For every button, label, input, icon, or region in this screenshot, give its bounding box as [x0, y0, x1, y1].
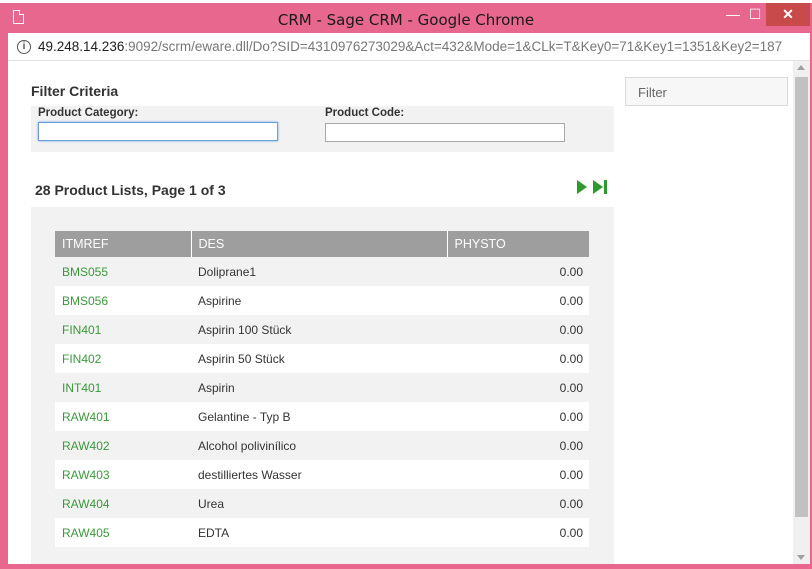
product-category-label: Product Category:: [38, 107, 139, 119]
table-row: BMS056 Aspirine 0.00: [55, 286, 589, 315]
description-cell: Gelantine - Typ B: [191, 402, 447, 431]
product-category-input[interactable]: [38, 122, 278, 141]
description-cell: Aspirine: [191, 286, 447, 315]
url-path: :9092/scrm/eware.dll/Do?SID=431097627302…: [124, 39, 783, 54]
description-cell: Aspirin 50 Stück: [191, 344, 447, 373]
itmref-link[interactable]: RAW401: [55, 402, 191, 431]
scrollbar-thumb[interactable]: [795, 77, 808, 517]
minimize-button[interactable]: —: [722, 3, 744, 26]
description-cell: Doliprane1: [191, 257, 447, 286]
table-row: RAW404 Urea 0.00: [55, 489, 589, 518]
description-cell: Alcohol polivinílico: [191, 431, 447, 460]
description-cell: Aspirin 100 Stück: [191, 315, 447, 344]
itmref-link[interactable]: BMS056: [55, 286, 191, 315]
table-row: BMS055 Doliprane1 0.00: [55, 257, 589, 286]
table-row: RAW401 Gelantine - Typ B 0.00: [55, 402, 589, 431]
description-cell: Urea: [191, 489, 447, 518]
vertical-scrollbar[interactable]: [793, 61, 810, 564]
filter-criteria-title: Filter Criteria: [31, 83, 119, 99]
info-icon[interactable]: i: [17, 40, 31, 54]
browser-popup-window: CRM - Sage CRM - Google Chrome — ☐ ✕ i 4…: [0, 3, 812, 569]
table-row: RAW405 EDTA 0.00: [55, 518, 589, 547]
table-row: RAW403 destilliertes Wasser 0.00: [55, 460, 589, 489]
scroll-up-icon[interactable]: [797, 65, 805, 70]
scroll-down-icon[interactable]: [797, 555, 805, 560]
itmref-link[interactable]: RAW404: [55, 489, 191, 518]
filter-button[interactable]: Filter: [625, 77, 788, 106]
column-header-itmref[interactable]: ITMREF: [55, 231, 192, 257]
product-code-input[interactable]: [325, 123, 565, 142]
table-row: FIN401 Aspirin 100 Stück 0.00: [55, 315, 589, 344]
physto-cell: 0.00: [447, 257, 589, 286]
column-header-des[interactable]: DES: [191, 231, 448, 257]
product-list-title: 28 Product Lists, Page 1 of 3: [35, 182, 226, 198]
itmref-link[interactable]: FIN402: [55, 344, 191, 373]
physto-cell: 0.00: [447, 373, 589, 402]
last-page-icon[interactable]: [593, 180, 609, 194]
itmref-link[interactable]: RAW405: [55, 518, 191, 547]
physto-cell: 0.00: [447, 489, 589, 518]
next-page-icon[interactable]: [577, 180, 587, 194]
itmref-link[interactable]: INT401: [55, 373, 191, 402]
itmref-link[interactable]: RAW402: [55, 431, 191, 460]
close-button[interactable]: ✕: [766, 3, 810, 26]
url-host: 49.248.14.236: [38, 39, 125, 54]
column-header-physto[interactable]: PHYSTO: [447, 231, 589, 257]
table-row: INT401 Aspirin 0.00: [55, 373, 589, 402]
table-header-row: ITMREF DES PHYSTO: [55, 231, 589, 257]
physto-cell: 0.00: [447, 518, 589, 547]
table-row: FIN402 Aspirin 50 Stück 0.00: [55, 344, 589, 373]
physto-cell: 0.00: [447, 402, 589, 431]
physto-cell: 0.00: [447, 315, 589, 344]
filter-criteria-panel: Product Category: Product Code:: [31, 106, 614, 152]
itmref-link[interactable]: BMS055: [55, 257, 191, 286]
maximize-button[interactable]: ☐: [744, 3, 766, 26]
table-row: RAW402 Alcohol polivinílico 0.00: [55, 431, 589, 460]
description-cell: destilliertes Wasser: [191, 460, 447, 489]
physto-cell: 0.00: [447, 286, 589, 315]
physto-cell: 0.00: [447, 344, 589, 373]
window-title: CRM - Sage CRM - Google Chrome: [277, 11, 535, 29]
itmref-link[interactable]: FIN401: [55, 315, 191, 344]
physto-cell: 0.00: [447, 431, 589, 460]
url-text[interactable]: 49.248.14.236:9092/scrm/eware.dll/Do?SID…: [38, 39, 808, 54]
itmref-link[interactable]: RAW403: [55, 460, 191, 489]
product-code-label: Product Code:: [325, 107, 405, 119]
description-cell: Aspirin: [191, 373, 447, 402]
address-bar[interactable]: i 49.248.14.236:9092/scrm/eware.dll/Do?S…: [8, 33, 810, 61]
page-content: Filter Criteria Product Category: Produc…: [8, 61, 810, 564]
physto-cell: 0.00: [447, 460, 589, 489]
product-table: ITMREF DES PHYSTO BMS055 Doliprane1 0.00…: [55, 231, 589, 547]
description-cell: EDTA: [191, 518, 447, 547]
window-titlebar: CRM - Sage CRM - Google Chrome — ☐ ✕: [0, 3, 812, 33]
